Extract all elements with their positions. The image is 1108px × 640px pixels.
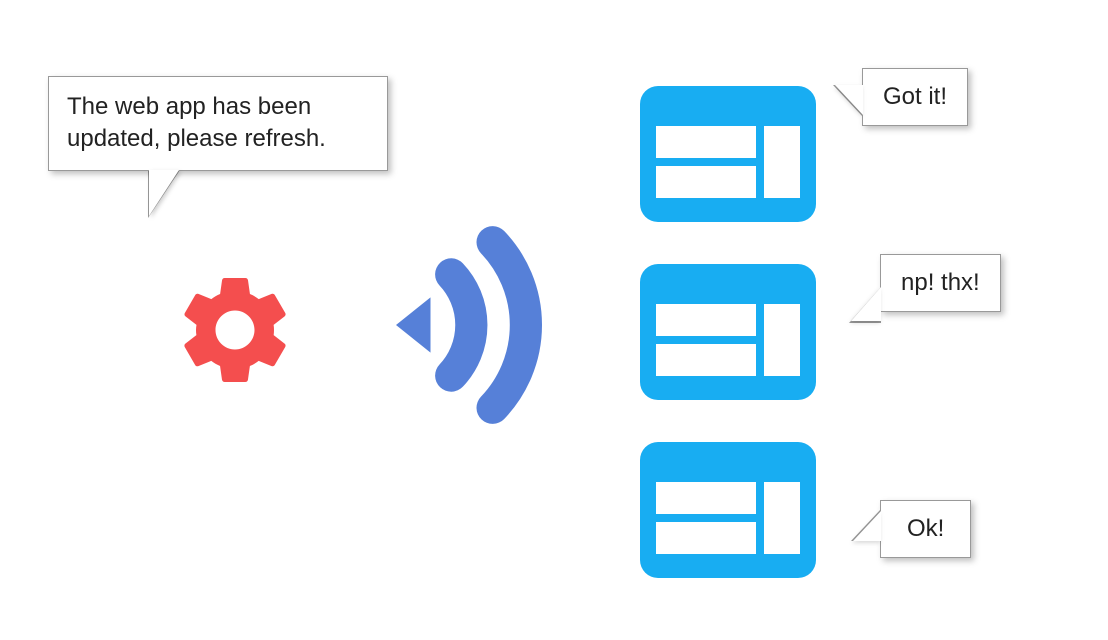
client-window-icon	[640, 442, 816, 583]
client-reply-text: np! thx!	[901, 269, 980, 296]
client-reply-text: Got it!	[883, 83, 947, 110]
broadcast-icon	[350, 210, 580, 445]
client-reply-bubble: np! thx!	[880, 254, 1001, 312]
client-window-icon	[640, 264, 816, 405]
client-reply-bubble: Got it!	[862, 68, 968, 126]
gear-icon	[170, 265, 300, 400]
client-window-icon	[640, 86, 816, 227]
service-worker-message-bubble: The web app has been updated, please ref…	[48, 76, 388, 171]
service-worker-message-text: The web app has been updated, please ref…	[67, 93, 326, 152]
client-reply-text: Ok!	[907, 515, 944, 542]
client-reply-bubble: Ok!	[880, 500, 971, 558]
